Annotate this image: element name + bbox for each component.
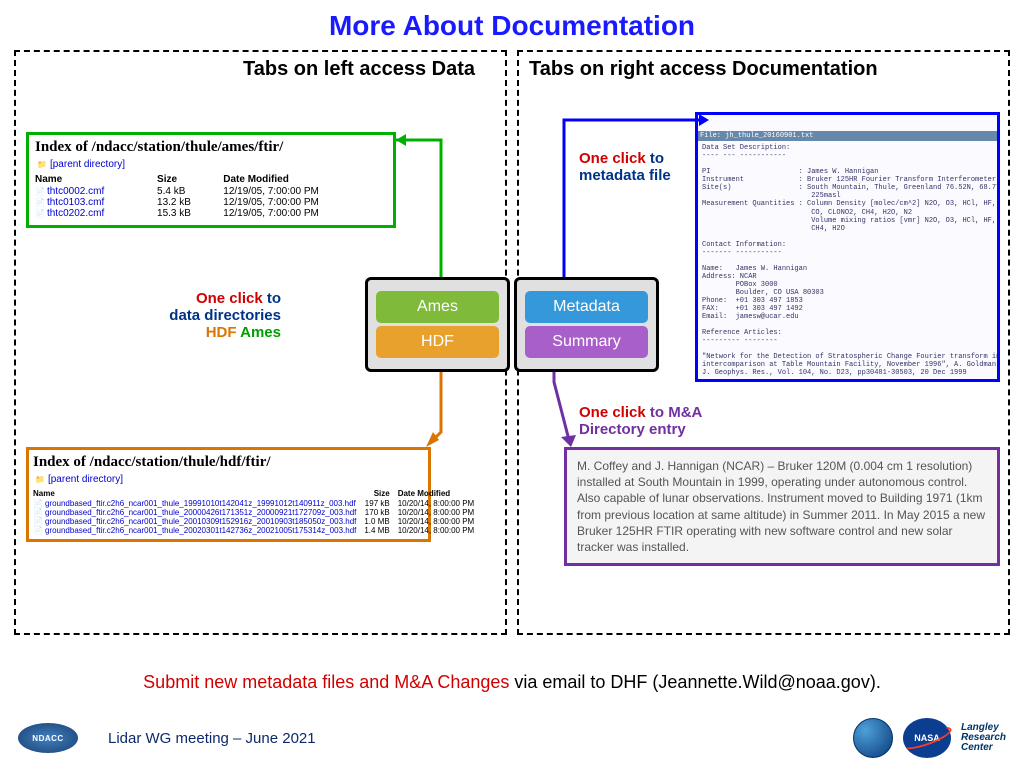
file-link[interactable]: thtc0103.cmf (35, 197, 157, 208)
table-row: groundbased_ftir.c2h6_ncar001_thule_2002… (33, 526, 482, 535)
table-row: thtc0202.cmf15.3 kB12/19/05, 7:00:00 PM (35, 208, 387, 219)
annotation-ma-entry: One click to M&A Directory entry (579, 404, 702, 438)
file-link[interactable]: groundbased_ftir.c2h6_ncar001_thule_2001… (33, 517, 364, 526)
table-row: groundbased_ftir.c2h6_ncar001_thule_2000… (33, 508, 482, 517)
annotation-metadata: One click to metadata file (579, 150, 671, 184)
annotation-data-dirs: One click to data directories HDF Ames (141, 290, 281, 341)
table-row: groundbased_ftir.c2h6_ncar001_thule_1999… (33, 499, 482, 508)
ndacc-logo: NDACC (18, 723, 78, 753)
file-link[interactable]: groundbased_ftir.c2h6_ncar001_thule_2002… (33, 526, 364, 535)
page-title: More About Documentation (14, 10, 1010, 42)
nasa-logo: NASA (903, 718, 951, 758)
metadata-body: Data Set Description: ---- --- ---------… (702, 144, 1000, 377)
col-size: Size (364, 488, 397, 499)
metadata-tab-button[interactable]: Metadata (525, 291, 648, 323)
col-name: Name (35, 173, 157, 186)
doc-tabs-panel: Metadata Summary (514, 277, 659, 372)
metadata-file-view: File: jh_thule_20160901.txt Data Set Desc… (695, 112, 1000, 382)
noaa-logo (853, 718, 893, 758)
data-tabs-panel: Ames HDF (365, 277, 510, 372)
metadata-filename: File: jh_thule_20160901.txt (698, 131, 997, 141)
right-heading: Tabs on right access Documentation (519, 52, 1008, 87)
col-date: Date Modified (223, 173, 387, 186)
hdf-listing: Index of /ndacc/station/thule/hdf/ftir/ … (26, 447, 431, 542)
file-link[interactable]: groundbased_ftir.c2h6_ncar001_thule_2000… (33, 508, 364, 517)
table-row: groundbased_ftir.c2h6_ncar001_thule_2001… (33, 517, 482, 526)
col-name: Name (33, 488, 364, 499)
hdf-index-title: Index of /ndacc/station/thule/hdf/ftir/ (33, 454, 424, 471)
summary-directory-entry: M. Coffey and J. Hannigan (NCAR) – Bruke… (564, 447, 1000, 566)
footer-text: Lidar WG meeting – June 2021 (108, 730, 316, 747)
ames-listing: Index of /ndacc/station/thule/ames/ftir/… (26, 132, 396, 228)
parent-dir-link[interactable]: [parent directory] (37, 159, 387, 170)
ames-tab-button[interactable]: Ames (376, 291, 499, 323)
file-link[interactable]: thtc0002.cmf (35, 186, 157, 197)
left-heading: Tabs on left access Data (16, 52, 505, 87)
right-panel: Tabs on right access Documentation Metad… (517, 50, 1010, 635)
parent-dir-link[interactable]: [parent directory] (35, 474, 424, 485)
col-date: Date Modified (398, 488, 483, 499)
hdf-tab-button[interactable]: HDF (376, 326, 499, 358)
ames-index-title: Index of /ndacc/station/thule/ames/ftir/ (35, 139, 387, 156)
submit-instructions: Submit new metadata files and M&A Change… (0, 672, 1024, 693)
larc-logo: LangleyResearchCenter (961, 723, 1006, 753)
col-size: Size (157, 173, 223, 186)
summary-tab-button[interactable]: Summary (525, 326, 648, 358)
file-link[interactable]: groundbased_ftir.c2h6_ncar001_thule_1999… (33, 499, 364, 508)
footer: NDACC Lidar WG meeting – June 2021 NASA … (0, 718, 1024, 758)
table-row: thtc0103.cmf13.2 kB12/19/05, 7:00:00 PM (35, 197, 387, 208)
left-panel: Tabs on left access Data Index of /ndacc… (14, 50, 507, 635)
table-row: thtc0002.cmf5.4 kB12/19/05, 7:00:00 PM (35, 186, 387, 197)
file-link[interactable]: thtc0202.cmf (35, 208, 157, 219)
